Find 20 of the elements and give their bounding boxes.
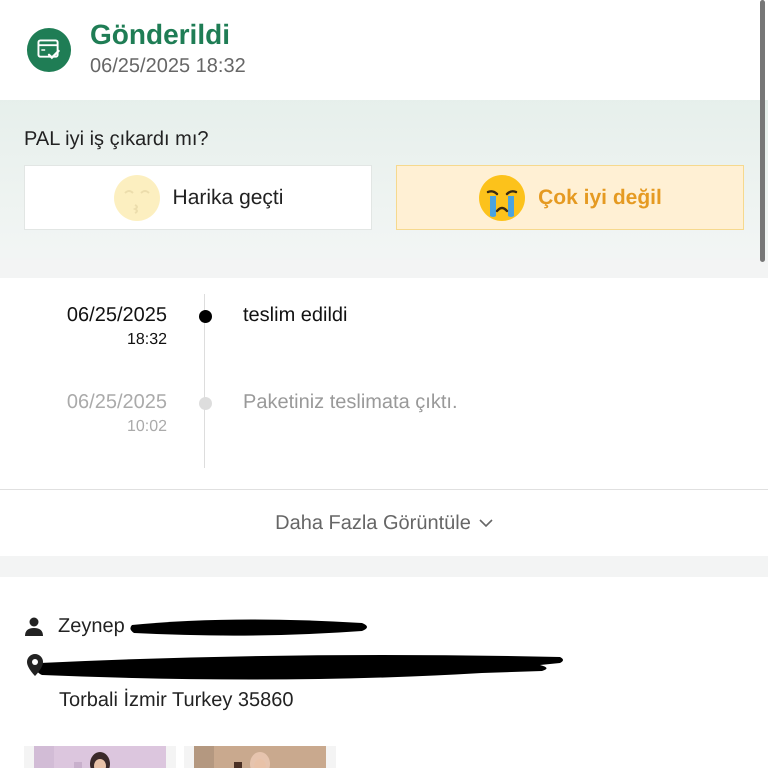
scrollbar[interactable] [760,0,765,262]
event-time: 10:02 [126,418,167,436]
status-title: Gönderildi [90,18,231,50]
recipient-name: Zeynep [58,614,125,638]
show-more-button[interactable]: Daha Fazla Görüntüle [271,508,497,538]
person-icon [24,616,44,636]
event-date: 06/25/2025 [66,390,167,414]
event-date: 06/25/2025 [66,303,167,327]
event-description: Paketiniz teslimata çıktı. [243,390,458,415]
status-date: 06/25/2025 18:32 [90,54,246,78]
event-description: teslim edildi [243,303,348,328]
rating-option[interactable]: Harika geçti [24,165,372,230]
address-line: Torbali İzmir Turkey 35860 [59,689,295,712]
chevron-down-icon [478,518,493,528]
crying-face-icon [478,174,526,222]
rating-question: PAL iyi iş çıkardı mı? [24,128,210,151]
location-pin-icon [26,653,44,677]
event-time: 18:32 [126,331,167,349]
package-check-icon [26,27,72,73]
kissing-face-icon [112,174,161,222]
